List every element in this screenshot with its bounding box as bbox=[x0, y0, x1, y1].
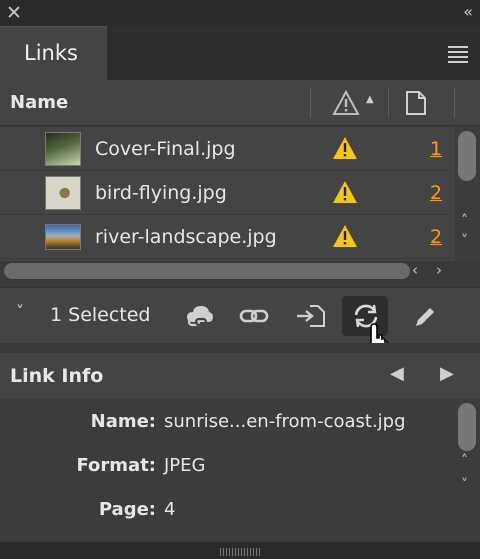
thumbnail-image bbox=[45, 224, 81, 250]
hamburger-menu-icon[interactable] bbox=[448, 46, 468, 66]
link-filename: bird-flying.jpg bbox=[95, 182, 227, 204]
info-row-page: Page: 4 bbox=[0, 489, 452, 529]
panel-divider bbox=[0, 343, 480, 353]
name-column-header[interactable]: Name bbox=[10, 92, 68, 113]
link-info-details: Name: sunrise...en-from-coast.jpg Format… bbox=[0, 399, 480, 542]
panel-title-bar: ✕ ‹‹ bbox=[0, 0, 480, 26]
link-row[interactable]: bird-flying.jpg 2 bbox=[0, 171, 452, 215]
scrollbar-thumb[interactable] bbox=[458, 403, 476, 451]
info-vertical-scrollbar[interactable]: ˄ ˅ bbox=[455, 399, 480, 542]
thumbnail-image bbox=[45, 176, 81, 210]
panel-resize-grip[interactable] bbox=[0, 542, 480, 559]
edit-original-button[interactable] bbox=[400, 296, 446, 336]
tab-links[interactable]: Links bbox=[0, 26, 107, 80]
relink-icon bbox=[239, 309, 269, 323]
previous-link-icon[interactable]: ◀ bbox=[390, 363, 404, 384]
go-to-link-icon bbox=[297, 305, 325, 327]
tab-row: Links bbox=[0, 26, 480, 80]
go-to-link-button[interactable] bbox=[286, 296, 332, 336]
relink-button[interactable] bbox=[230, 296, 276, 336]
sort-ascending-icon[interactable]: ▲ bbox=[366, 94, 374, 105]
info-value: 4 bbox=[164, 499, 176, 520]
link-row[interactable]: river-landscape.jpg 2 bbox=[0, 215, 452, 259]
scrollbar-thumb[interactable] bbox=[4, 263, 410, 279]
links-column-header: Name ▲ bbox=[0, 80, 480, 126]
missing-link-warning-icon[interactable] bbox=[332, 180, 358, 208]
link-row[interactable]: Cover-Final.jpg 1 bbox=[0, 127, 452, 171]
info-row-format: Format: JPEG bbox=[0, 445, 452, 485]
page-column-icon[interactable] bbox=[405, 90, 427, 120]
info-row-name: Name: sunrise...en-from-coast.jpg bbox=[0, 401, 452, 441]
info-value: sunrise...en-from-coast.jpg bbox=[164, 411, 406, 432]
column-divider bbox=[388, 88, 389, 118]
selection-count: 1 Selected bbox=[50, 304, 151, 326]
link-page-number[interactable]: 2 bbox=[430, 182, 442, 204]
links-horizontal-scrollbar[interactable]: ‹ › bbox=[0, 261, 452, 281]
column-divider bbox=[310, 88, 311, 118]
info-value: JPEG bbox=[164, 455, 206, 476]
info-label: Name: bbox=[90, 411, 156, 432]
scroll-up-icon[interactable]: ˄ bbox=[461, 453, 468, 469]
cc-library-link-icon bbox=[187, 306, 213, 327]
scroll-down-icon[interactable]: ˅ bbox=[461, 233, 468, 249]
status-column-warning-icon[interactable] bbox=[332, 89, 360, 120]
cc-library-link-button[interactable] bbox=[175, 296, 221, 336]
link-filename: river-landscape.jpg bbox=[95, 226, 277, 248]
tab-links-label: Links bbox=[24, 41, 78, 65]
thumbnail-image bbox=[45, 132, 81, 166]
scroll-down-icon[interactable]: ˅ bbox=[461, 477, 468, 493]
link-page-number[interactable]: 1 bbox=[430, 138, 442, 160]
link-filename: Cover-Final.jpg bbox=[95, 138, 236, 160]
info-label: Format: bbox=[76, 455, 156, 476]
info-label: Page: bbox=[98, 499, 156, 520]
scroll-right-icon[interactable]: › bbox=[436, 261, 442, 279]
links-list: Cover-Final.jpg 1 bird-flying.jpg 2 rive… bbox=[0, 127, 480, 261]
link-info-header[interactable]: Link Info ◀ ▶ bbox=[0, 353, 480, 399]
collapse-panel-icon[interactable]: ‹‹ bbox=[463, 2, 473, 22]
column-divider bbox=[454, 88, 455, 118]
chevron-down-icon[interactable]: ˅ bbox=[16, 302, 24, 321]
grip-lines bbox=[220, 548, 260, 556]
next-link-icon[interactable]: ▶ bbox=[440, 363, 454, 384]
missing-link-warning-icon[interactable] bbox=[332, 136, 358, 164]
close-panel-icon[interactable]: ✕ bbox=[6, 2, 22, 24]
links-vertical-scrollbar[interactable]: ˄ ˅ bbox=[455, 127, 480, 261]
scrollbar-thumb[interactable] bbox=[458, 131, 476, 181]
edit-original-icon bbox=[416, 308, 434, 326]
missing-link-warning-icon[interactable] bbox=[332, 224, 358, 252]
link-actions-bar: ˅ 1 Selected bbox=[0, 287, 480, 343]
link-info-title: Link Info bbox=[10, 365, 104, 387]
scroll-left-icon[interactable]: ‹ bbox=[412, 261, 418, 279]
scroll-up-icon[interactable]: ˄ bbox=[461, 213, 468, 229]
link-page-number[interactable]: 2 bbox=[430, 226, 442, 248]
